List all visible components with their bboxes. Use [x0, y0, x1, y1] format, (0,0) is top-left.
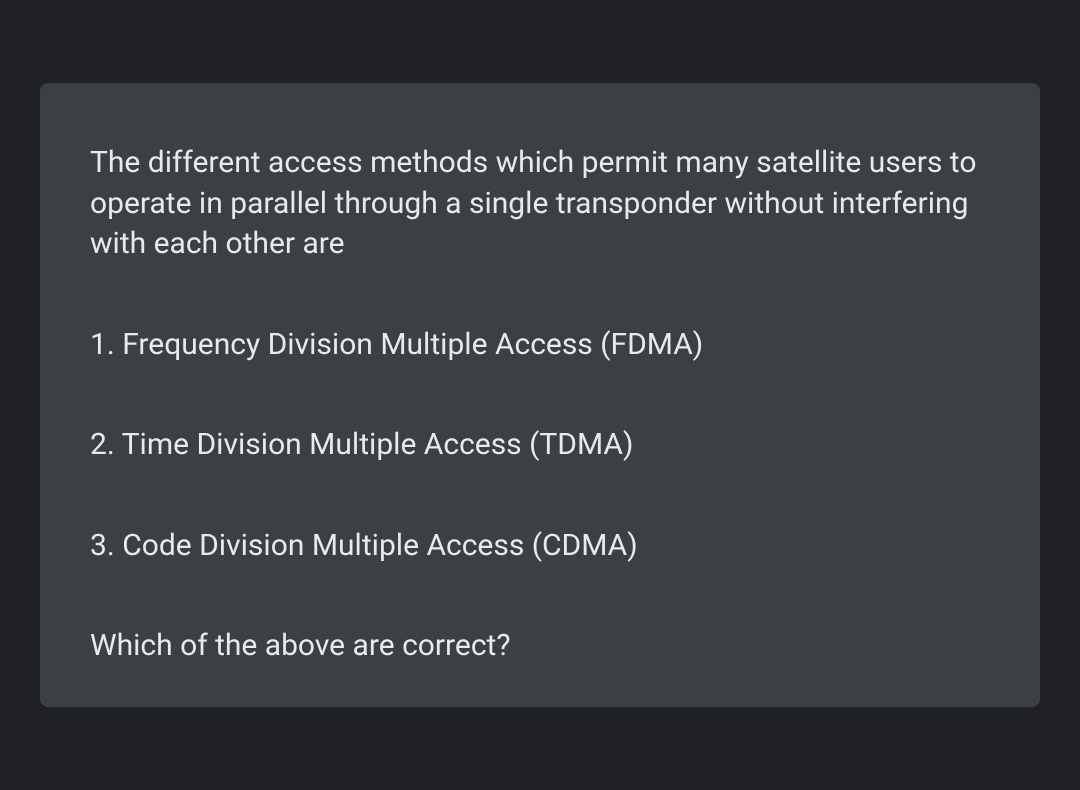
question-card: The different access methods which permi…	[40, 83, 1040, 707]
closing-question: Which of the above are correct?	[90, 626, 990, 667]
option-3: 3. Code Division Multiple Access (CDMA)	[90, 526, 990, 567]
option-2: 2. Time Division Multiple Access (TDMA)	[90, 425, 990, 466]
question-stem: The different access methods which permi…	[90, 143, 990, 265]
option-1: 1. Frequency Division Multiple Access (F…	[90, 325, 990, 366]
